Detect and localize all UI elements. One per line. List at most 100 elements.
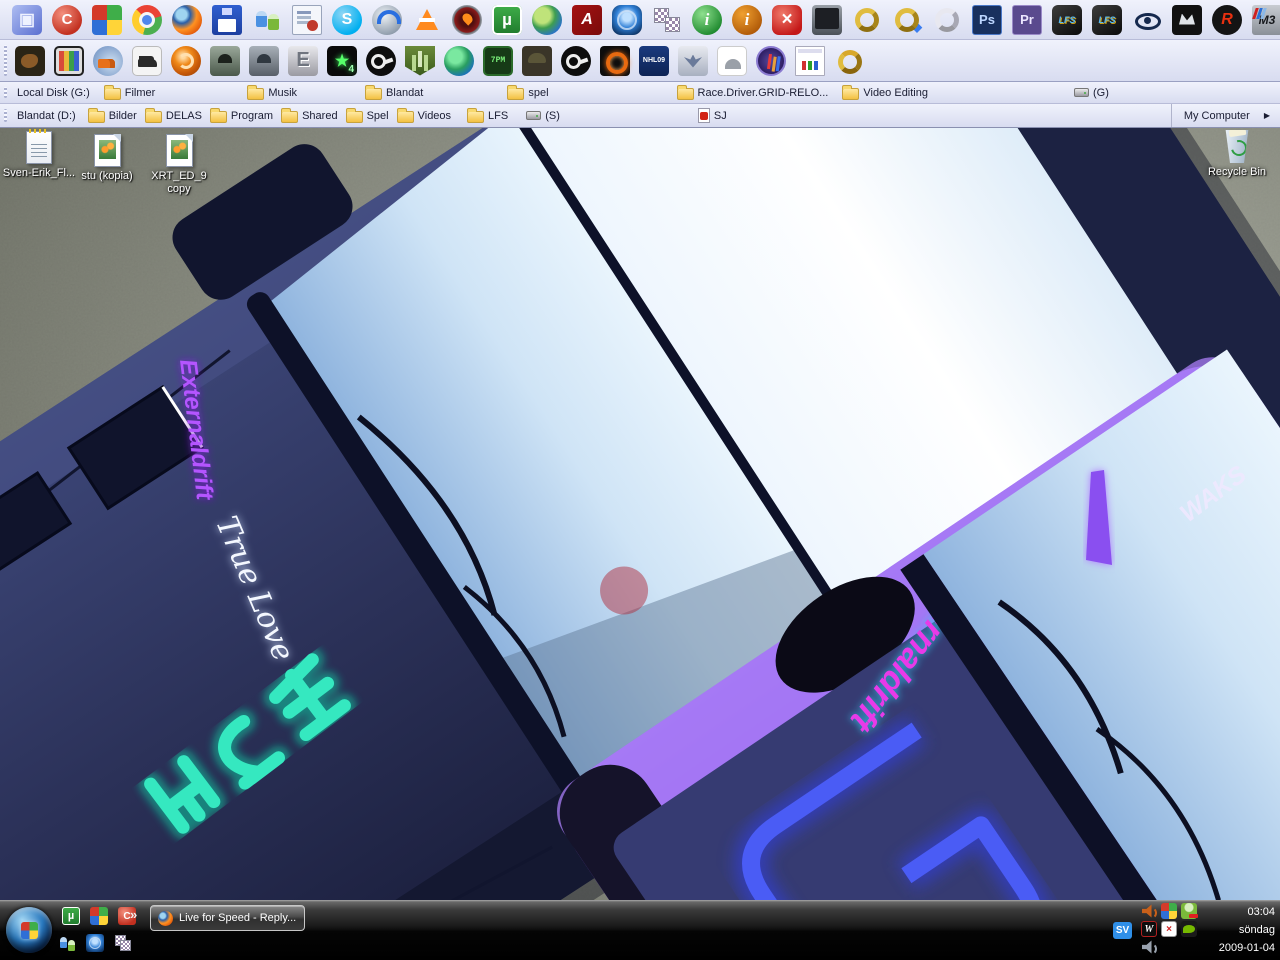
ea-games-icon[interactable]: E [288,45,318,76]
google-chrome-icon[interactable] [132,4,162,35]
pdf-sj[interactable]: SJ [697,108,727,123]
folder-videos[interactable]: Videos [396,107,451,123]
folder-bilder[interactable]: Bilder [87,107,137,123]
cd-gold-icon[interactable] [852,5,882,35]
utorrent-quick-icon[interactable]: µ [62,907,80,925]
audio-device-tray-icon[interactable] [1141,939,1157,955]
cd-silver-icon[interactable] [932,5,962,35]
drive-icon [526,111,542,120]
photoshop-icon[interactable]: Ps [972,4,1002,35]
drive-g[interactable]: (G) [1073,87,1109,99]
arch-app-icon[interactable] [717,45,747,76]
avg-antivirus-icon[interactable] [92,4,122,35]
drive-icon [1073,88,1089,97]
nvidia-settings-tray-icon[interactable] [1181,921,1197,937]
desktop-grids-quick-icon[interactable] [114,934,132,952]
bmw-m3-icon[interactable]: M3 [1252,4,1280,35]
quicklaunch-overflow-chevron[interactable]: » [130,907,137,922]
folder-race-driver-grid[interactable]: Race.Driver.GRID-RELO... [676,84,828,100]
railroad-game-icon[interactable] [132,45,162,76]
live-for-speed-2-icon[interactable]: LFS [1092,4,1122,35]
folder-spel-d[interactable]: Spel [345,107,389,123]
clock-date: 2009-01-04 [1218,942,1275,954]
folder-lfs[interactable]: LFS [467,107,508,123]
messenger-status-tray-icon[interactable] [1181,903,1198,919]
lfs-viewer-eye-icon[interactable] [1132,5,1162,35]
messenger-quick-icon[interactable] [58,934,76,952]
my-computer-icon[interactable]: ▣ [12,4,42,35]
firefox-icon[interactable] [172,4,202,35]
desktop-icon-file-stu-kopia[interactable]: stu (kopia) [68,134,146,183]
desktop-icon-file-sven-erik[interactable]: Sven-Erik_Fl... [0,129,78,180]
error-red-x-icon[interactable]: × [772,4,802,35]
toolbar-grip[interactable] [4,45,7,76]
crysis-warhead-icon[interactable] [249,45,279,76]
language-indicator[interactable]: SV [1113,922,1132,939]
premiere-icon[interactable]: Pr [1012,4,1042,35]
fraps-monitor-icon[interactable]: 99 [812,4,842,35]
steam-2-icon[interactable] [561,45,591,76]
task-button-live-for-speed[interactable]: Live for Speed - Reply... [150,905,305,931]
folder-program[interactable]: Program [209,107,273,123]
my-computer-toolbar[interactable]: My Computer ▶ [1170,104,1278,127]
start-button[interactable] [6,907,52,953]
world-globe-game-icon[interactable] [444,45,474,76]
shield-game-icon[interactable] [405,45,435,76]
live-for-speed-icon[interactable]: LFS [1052,4,1082,35]
cd-gold-diamond-icon[interactable]: ◆ [892,5,922,35]
nhl-09-icon[interactable]: NHL09 [639,45,669,76]
eagle-strategy-game-icon[interactable] [678,45,708,76]
truck-globe-game-icon[interactable] [93,45,123,76]
avg-quick-icon[interactable] [90,907,108,925]
desktop-icon-file-xrt-ed9-copy[interactable]: XRT_ED_9 copy [140,134,218,196]
folder-icon [467,107,485,123]
error-tray-tray-icon[interactable]: × [1161,921,1177,937]
green-star-4-icon[interactable]: ★ [327,45,357,76]
winamp-tray-icon[interactable]: W [1141,921,1157,937]
fire-wheel-game-icon[interactable] [600,45,630,76]
desktop-icon-recycle-bin[interactable]: Recycle Bin [1198,130,1276,179]
windows-messenger-icon[interactable] [252,5,282,35]
folder-delas[interactable]: DELAS [144,107,202,123]
utorrent-icon[interactable]: µ [492,4,522,35]
windows-update-tray-icon[interactable] [1161,903,1177,919]
pixel-terminal-game-icon[interactable]: 7PM [483,45,513,76]
drive-s[interactable]: (S) [526,110,560,122]
crysis-icon[interactable] [210,45,240,76]
gold-ring-icon[interactable] [834,46,864,76]
steam-icon[interactable] [366,45,396,76]
disc-burner-icon[interactable] [452,4,482,35]
game-ape-icon[interactable] [15,45,45,76]
rfactor-icon[interactable]: R [1212,4,1242,35]
toolbar-grip[interactable] [4,87,7,98]
daemon-tools-quick-icon[interactable] [86,934,104,952]
ccleaner-icon[interactable]: C [52,4,82,35]
ubisoft-icon[interactable] [171,45,201,76]
daemon-tools-icon[interactable] [612,4,642,35]
toolbar-grip[interactable] [4,109,7,122]
acrobat-reader-icon[interactable]: A [572,4,602,35]
skype-icon[interactable]: S [332,4,362,35]
folder-video-editing[interactable]: Video Editing [842,84,928,100]
game-painting-icon[interactable] [54,45,84,76]
info-orange-icon[interactable]: i [732,4,762,35]
spybot-search-icon[interactable] [292,4,322,35]
folder-filmer[interactable]: Filmer [103,84,155,100]
art-crayons-icon[interactable] [756,45,786,76]
folder-shared[interactable]: Shared [281,107,338,123]
media-dark-tv-icon[interactable] [1172,4,1202,35]
headset-voice-icon[interactable] [372,4,402,35]
chart-document-icon[interactable] [795,45,825,76]
internet-globe-icon[interactable] [532,4,562,35]
info-green-icon[interactable]: i [692,4,722,35]
day-of-defeat-icon[interactable] [522,45,552,76]
folder-blandat[interactable]: Blandat [365,84,423,100]
volume-tray-icon[interactable] [1141,903,1157,919]
folder-spel[interactable]: spel [507,84,549,100]
save-floppy-icon[interactable] [212,4,242,35]
text-document-icon [26,129,52,164]
desktop-grids-icon[interactable] [652,5,682,35]
vlc-player-icon[interactable] [412,5,442,35]
desktop-toolbars: ▣ C Sµ Aii × 99 ◆ Ps Pr LFS LFS R M3 E ★ 7PM NHL09 Loca… [0,0,1280,128]
folder-musik[interactable]: Musik [247,84,297,100]
